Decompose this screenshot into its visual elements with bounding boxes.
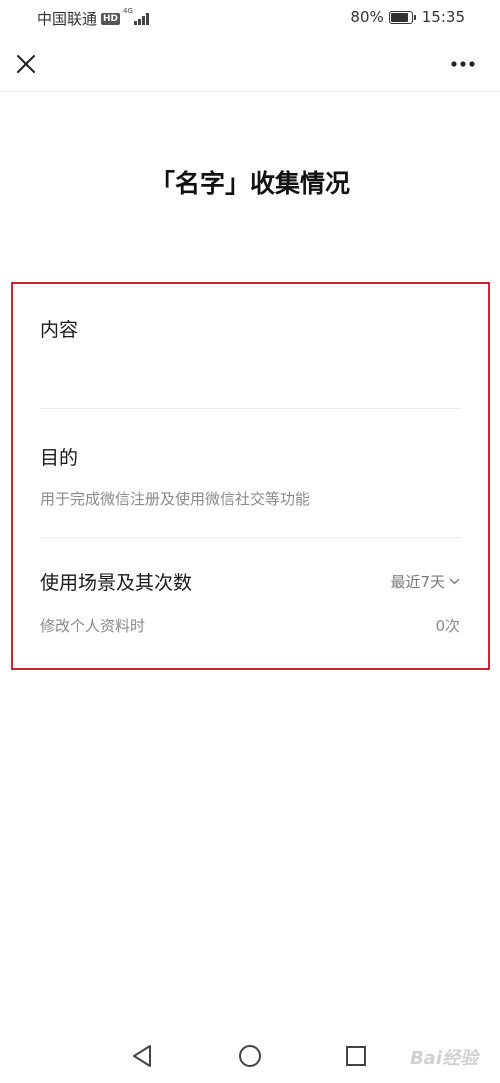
close-button[interactable] (12, 50, 40, 78)
back-triangle-icon (133, 1045, 151, 1067)
usage-title: 使用场景及其次数 (40, 572, 193, 594)
carrier-name: 中国联通 (37, 10, 98, 28)
status-right: 80% 15:35 (350, 8, 465, 26)
system-nav-bar: Bai经验 (0, 1030, 500, 1083)
network-type: 4G (123, 7, 133, 15)
home-button[interactable] (238, 1044, 262, 1072)
battery-fill (390, 12, 409, 22)
hd-badge: HD (101, 12, 121, 25)
watermark: Bai经验 (409, 1048, 478, 1069)
usage-item-label: 修改个人资料时 (40, 617, 146, 635)
page-title: 「名字」收集情况 (149, 169, 350, 198)
more-dots-icon (451, 61, 475, 67)
status-bar: 中国联通 HD 4G 80% 15:35 (0, 0, 500, 36)
signal-icon (133, 12, 149, 25)
purpose-section: 目的 用于完成微信注册及使用微信社交等功能 (40, 409, 460, 538)
nav-bar (0, 36, 500, 92)
home-circle-icon (239, 1045, 261, 1067)
usage-section: 使用场景及其次数 最近7天 修改个人资料时 0次 (40, 538, 460, 636)
usage-item: 修改个人资料时 0次 (40, 615, 460, 636)
back-button[interactable] (130, 1043, 154, 1073)
clock: 15:35 (421, 8, 465, 26)
content-title: 内容 (40, 319, 79, 341)
purpose-title: 目的 (40, 447, 79, 469)
battery-icon (388, 10, 416, 24)
battery-percent: 80% (350, 8, 384, 26)
close-icon (17, 55, 35, 73)
content-section: 内容 (40, 282, 460, 409)
recent-apps-button[interactable] (345, 1045, 367, 1071)
period-dropdown[interactable]: 最近7天 (390, 571, 460, 592)
recent-square-icon (346, 1046, 366, 1066)
status-left: 中国联通 HD 4G (37, 8, 149, 29)
purpose-description: 用于完成微信注册及使用微信社交等功能 (40, 490, 311, 508)
collection-info-card: 内容 目的 用于完成微信注册及使用微信社交等功能 使用场景及其次数 最近7天 修… (40, 282, 460, 636)
chevron-down-icon (449, 578, 460, 585)
usage-header: 使用场景及其次数 最近7天 (40, 568, 460, 595)
more-button[interactable] (448, 50, 478, 78)
period-label: 最近7天 (390, 573, 445, 591)
usage-item-count: 0次 (435, 617, 460, 635)
